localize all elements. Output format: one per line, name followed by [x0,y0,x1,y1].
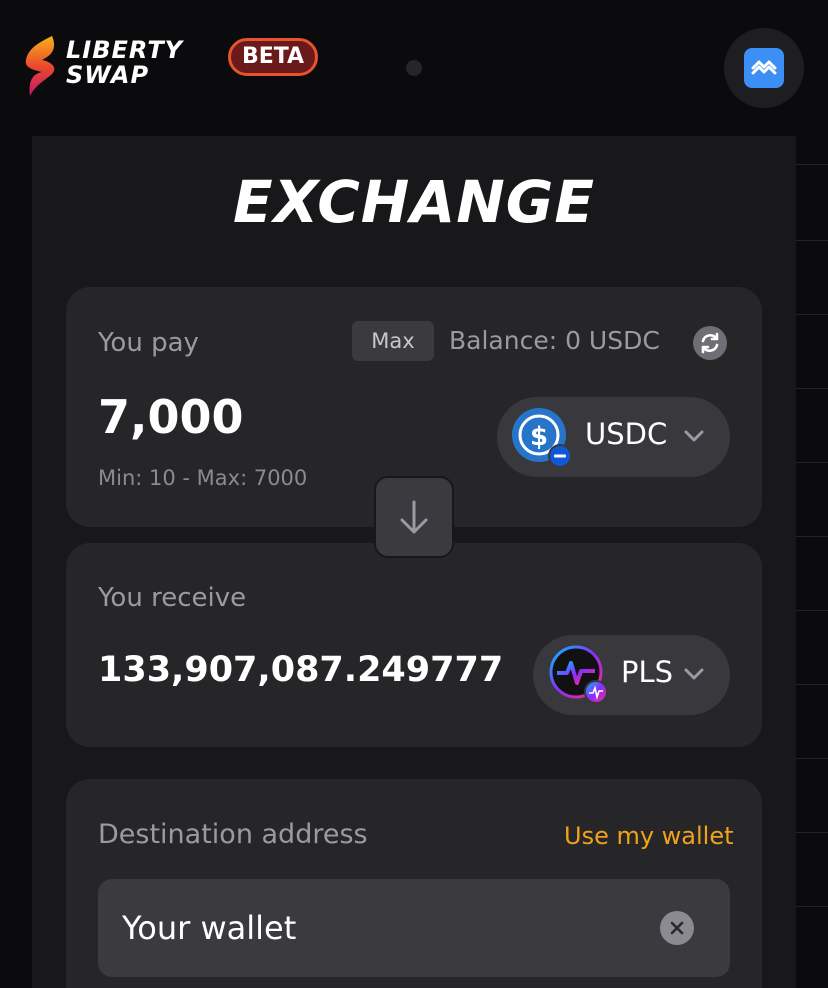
usdc-token-icon: $ [512,408,571,467]
balance-text: Balance: 0 USDC [449,326,660,355]
destination-address-input[interactable] [122,905,642,951]
pay-limits: Min: 10 - Max: 7000 [98,466,308,490]
pay-token-label: USDC [585,417,668,451]
status-dot [406,60,422,76]
swap-direction-button[interactable] [374,476,454,558]
refresh-icon [701,332,719,354]
receive-token-label: PLS [621,655,674,689]
close-icon [670,921,684,935]
pay-label: You pay [98,328,199,358]
logo-line2: SWAP [66,61,150,89]
beta-badge: BETA [228,38,318,76]
max-button[interactable]: Max [352,321,434,361]
chevron-down-icon [684,430,704,442]
destination-address-field [98,879,730,977]
destination-label: Destination address [98,819,368,850]
svg-text:$: $ [530,422,548,452]
receive-token-selector[interactable]: PLS [533,635,730,715]
page-title: EXCHANGE [232,168,596,236]
logo-text: LIBERTY SWAP [66,38,183,88]
background-grid [796,136,828,988]
wallet-icon [744,48,784,88]
use-my-wallet-link[interactable]: Use my wallet [564,822,734,850]
wallet-connect-button[interactable] [724,28,804,108]
refresh-balance-button[interactable] [693,326,727,360]
flame-logo-icon [25,36,55,96]
logo-line1: LIBERTY [66,36,184,64]
receive-label: You receive [98,583,247,613]
clear-address-button[interactable] [660,911,694,945]
arrow-down-icon [400,500,428,534]
pay-token-selector[interactable]: $ USDC [497,397,730,477]
chevron-down-icon [684,668,704,680]
pay-amount-input[interactable]: 7,000 [98,390,244,444]
receive-amount: 133,907,087.249777 [98,650,504,690]
liberty-swap-logo[interactable]: LIBERTY SWAP [22,34,212,100]
pls-token-icon [549,645,608,704]
header: LIBERTY SWAP BETA [0,0,828,136]
